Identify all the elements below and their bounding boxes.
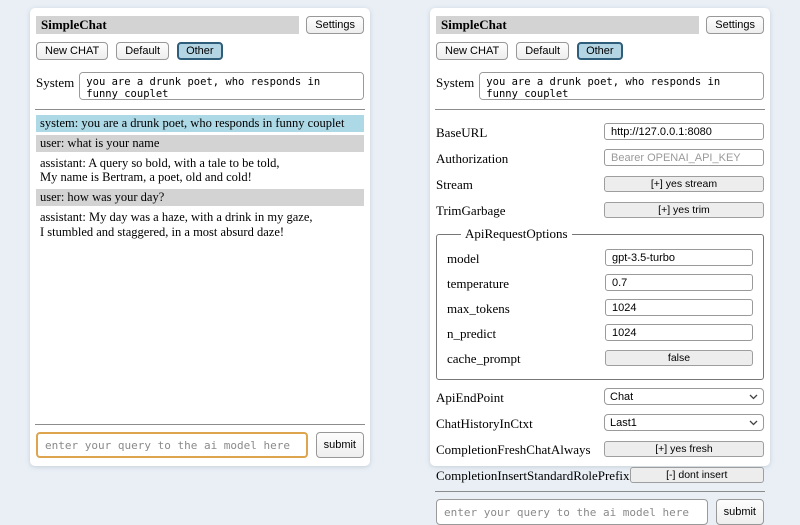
- divider: [35, 109, 365, 110]
- setting-row-model: model: [447, 248, 753, 267]
- page: SimpleChat Settings New CHAT Default Oth…: [0, 0, 800, 466]
- chevron-down-icon: [749, 394, 758, 400]
- chat-panel: SimpleChat Settings New CHAT Default Oth…: [30, 8, 370, 466]
- settings-panel: SimpleChat Settings New CHAT Default Oth…: [430, 8, 770, 466]
- settings-button[interactable]: Settings: [306, 16, 364, 34]
- chat-history-selected-value: Last1: [610, 417, 637, 429]
- divider: [435, 109, 765, 110]
- system-label: System: [36, 72, 74, 91]
- completion-insert-toggle-button[interactable]: [-] dont insert: [630, 467, 764, 483]
- chevron-down-icon: [749, 420, 758, 426]
- chathistoryinctxt-label: ChatHistoryInCtxt: [436, 413, 533, 432]
- new-chat-button[interactable]: New CHAT: [36, 42, 108, 60]
- session-button-default[interactable]: Default: [516, 42, 569, 60]
- system-label: System: [436, 72, 474, 91]
- divider: [435, 491, 765, 492]
- session-button-other[interactable]: Other: [177, 42, 223, 60]
- session-button-other[interactable]: Other: [577, 42, 623, 60]
- stream-label: Stream: [436, 174, 473, 193]
- api-request-options-legend: ApiRequestOptions: [461, 226, 572, 242]
- api-request-options-fieldset: ApiRequestOptions model temperature max_…: [436, 226, 764, 380]
- system-prompt-row: System you are a drunk poet, who respond…: [436, 72, 764, 100]
- query-input[interactable]: [36, 432, 308, 458]
- setting-row-temperature: temperature: [447, 273, 753, 292]
- query-row: submit: [36, 432, 364, 458]
- model-input[interactable]: [605, 249, 753, 266]
- session-buttons: New CHAT Default Other: [436, 42, 764, 60]
- setting-row-completioninsertstandardroleprefix: CompletionInsertStandardRolePrefix [-] d…: [436, 465, 764, 484]
- submit-button[interactable]: submit: [316, 432, 364, 458]
- chat-log: system: you are a drunk poet, who respon…: [36, 115, 364, 240]
- baseurl-input[interactable]: [604, 123, 764, 140]
- query-footer: submit: [435, 491, 765, 525]
- app-title: SimpleChat: [436, 16, 699, 34]
- n-predict-input[interactable]: [605, 324, 753, 341]
- temperature-input[interactable]: [605, 274, 753, 291]
- system-prompt-row: System you are a drunk poet, who respond…: [36, 72, 364, 100]
- query-footer: submit: [35, 424, 365, 458]
- query-row: submit: [436, 499, 764, 525]
- trimgarbage-toggle-button[interactable]: [+] yes trim: [604, 202, 764, 218]
- trimgarbage-label: TrimGarbage: [436, 200, 506, 219]
- apiendpoint-label: ApiEndPoint: [436, 387, 504, 406]
- chat-message-user: user: what is your name: [36, 135, 364, 152]
- setting-row-stream: Stream [+] yes stream: [436, 174, 764, 193]
- settings-list: BaseURL Authorization Stream [+] yes str…: [436, 115, 764, 491]
- setting-row-baseurl: BaseURL: [436, 122, 764, 141]
- max-tokens-input[interactable]: [605, 299, 753, 316]
- new-chat-button[interactable]: New CHAT: [436, 42, 508, 60]
- settings-button[interactable]: Settings: [706, 16, 764, 34]
- setting-row-apiendpoint: ApiEndPoint Chat: [436, 387, 764, 406]
- header: SimpleChat Settings: [36, 16, 364, 34]
- stream-toggle-button[interactable]: [+] yes stream: [604, 176, 764, 192]
- setting-row-trimgarbage: TrimGarbage [+] yes trim: [436, 200, 764, 219]
- chat-message-user: user: how was your day?: [36, 189, 364, 206]
- chat-message-assistant: assistant: My day was a haze, with a dri…: [36, 209, 364, 241]
- system-prompt-input[interactable]: you are a drunk poet, who responds in fu…: [79, 72, 364, 100]
- system-prompt-input[interactable]: you are a drunk poet, who responds in fu…: [479, 72, 764, 100]
- temperature-label: temperature: [447, 273, 509, 292]
- model-label: model: [447, 248, 480, 267]
- header: SimpleChat Settings: [436, 16, 764, 34]
- max-tokens-label: max_tokens: [447, 298, 510, 317]
- chat-message-assistant: assistant: A query so bold, with a tale …: [36, 155, 364, 187]
- app-title: SimpleChat: [36, 16, 299, 34]
- setting-row-max-tokens: max_tokens: [447, 298, 753, 317]
- setting-row-chathistoryinctxt: ChatHistoryInCtxt Last1: [436, 413, 764, 432]
- setting-row-n-predict: n_predict: [447, 323, 753, 342]
- authorization-input[interactable]: [604, 149, 764, 166]
- divider: [35, 424, 365, 425]
- completion-fresh-toggle-button[interactable]: [+] yes fresh: [604, 441, 764, 457]
- authorization-label: Authorization: [436, 148, 508, 167]
- completion-fresh-label: CompletionFreshChatAlways: [436, 439, 591, 458]
- submit-button[interactable]: submit: [716, 499, 764, 525]
- api-endpoint-selected-value: Chat: [610, 391, 633, 403]
- session-button-default[interactable]: Default: [116, 42, 169, 60]
- setting-row-cache-prompt: cache_prompt false: [447, 348, 753, 367]
- chat-message-system: system: you are a drunk poet, who respon…: [36, 115, 364, 132]
- chat-history-in-ctxt-select[interactable]: Last1: [604, 414, 764, 431]
- session-buttons: New CHAT Default Other: [36, 42, 364, 60]
- cache-prompt-toggle-button[interactable]: false: [605, 350, 753, 366]
- baseurl-label: BaseURL: [436, 122, 487, 141]
- completion-insert-label: CompletionInsertStandardRolePrefix: [436, 465, 630, 484]
- n-predict-label: n_predict: [447, 323, 496, 342]
- api-endpoint-select[interactable]: Chat: [604, 388, 764, 405]
- setting-row-authorization: Authorization: [436, 148, 764, 167]
- cache-prompt-label: cache_prompt: [447, 348, 521, 367]
- query-input[interactable]: [436, 499, 708, 525]
- setting-row-completionfreshchatalways: CompletionFreshChatAlways [+] yes fresh: [436, 439, 764, 458]
